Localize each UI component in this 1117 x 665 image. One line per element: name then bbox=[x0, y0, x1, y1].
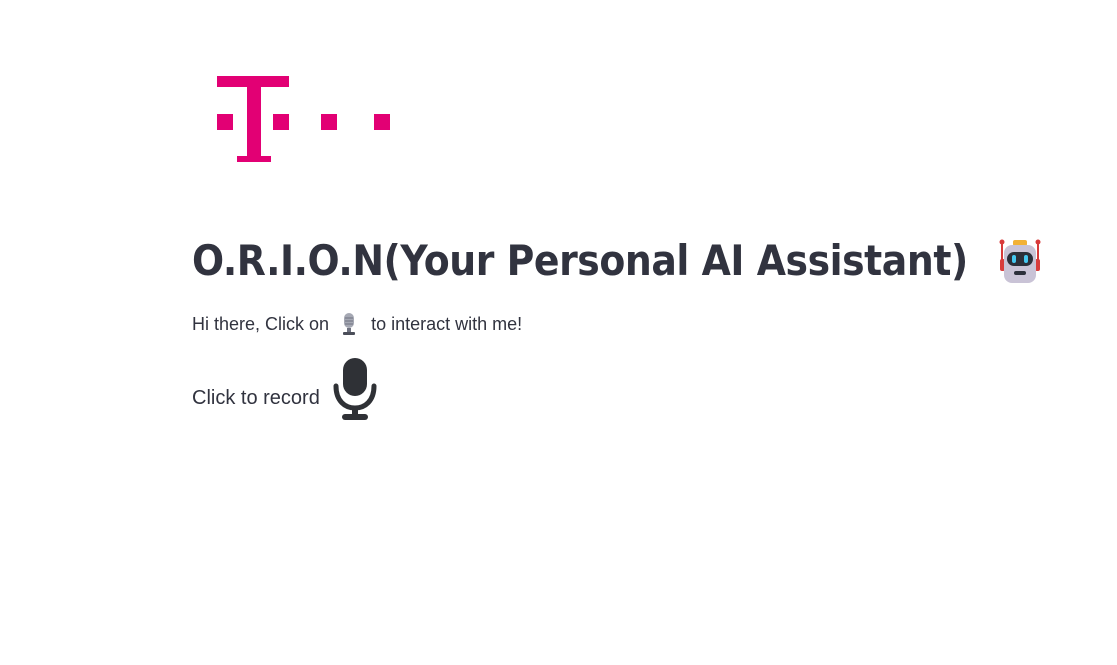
intro-text: Hi there, Click on to interact with me! bbox=[192, 312, 522, 336]
page-title: O.R.I.O.N(Your Personal AI Assistant) bbox=[192, 236, 1044, 285]
intro-text-after: to interact with me! bbox=[371, 313, 523, 334]
robot-icon bbox=[996, 237, 1044, 285]
telekom-logo bbox=[217, 76, 393, 162]
record-label: Click to record bbox=[192, 386, 320, 409]
microphone-icon[interactable] bbox=[332, 356, 378, 422]
intro-text-before: Hi there, Click on bbox=[192, 313, 330, 334]
microphone-icon bbox=[339, 312, 359, 336]
page-title-text: O.R.I.O.N(Your Personal AI Assistant) bbox=[192, 236, 968, 285]
record-control: Click to record bbox=[192, 356, 378, 422]
